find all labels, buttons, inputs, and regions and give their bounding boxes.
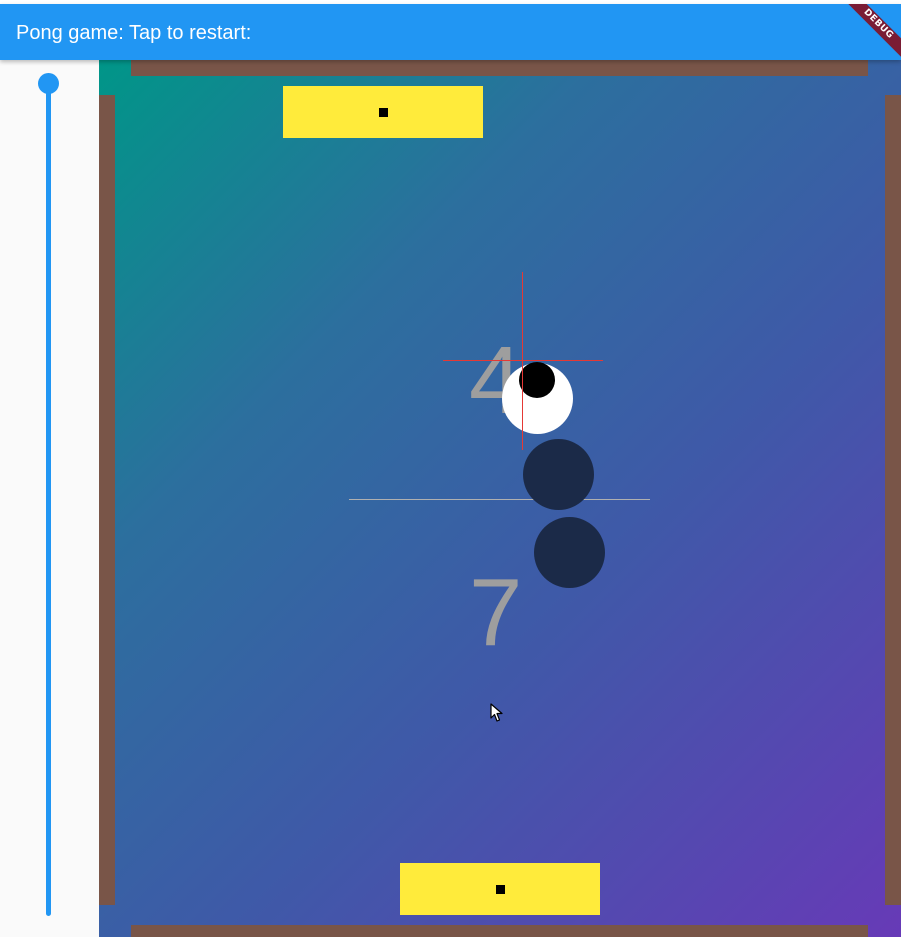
debug-banner: DEBUG [841, 4, 901, 64]
crosshair-vertical-line [522, 272, 523, 450]
bottom-wall [131, 925, 868, 937]
left-wall [99, 95, 115, 905]
app-window: Pong game: Tap to restart: DEBUG 4 7 [0, 0, 901, 937]
app-bar-title: Pong game: Tap to restart: [16, 22, 252, 44]
bottom-paddle-marker [496, 885, 505, 894]
center-line [349, 499, 650, 500]
ball-trail-shadow [534, 517, 605, 588]
top-paddle[interactable] [283, 86, 483, 138]
ball-trail-shadow [523, 439, 594, 510]
speed-slider-panel [0, 60, 99, 937]
crosshair-horizontal-line [443, 360, 603, 361]
top-wall [131, 60, 868, 76]
ball-center-dot [519, 362, 555, 398]
right-wall [885, 95, 901, 905]
speed-slider-thumb[interactable] [38, 73, 59, 94]
bottom-paddle[interactable] [400, 863, 600, 915]
top-paddle-marker [379, 108, 388, 117]
speed-slider-track[interactable] [46, 82, 51, 916]
mouse-pointer-icon [490, 703, 503, 722]
bottom-score: 7 [469, 559, 523, 666]
app-bar: Pong game: Tap to restart: [0, 4, 901, 60]
game-canvas[interactable]: 4 7 [99, 60, 901, 937]
debug-banner-label: DEBUG [841, 4, 901, 61]
